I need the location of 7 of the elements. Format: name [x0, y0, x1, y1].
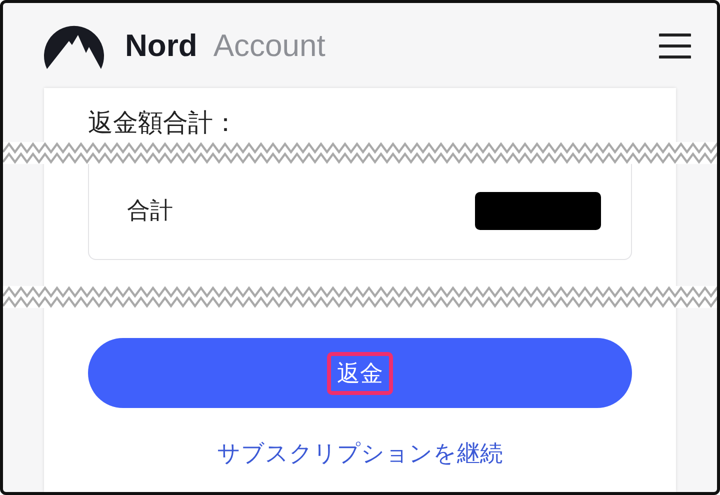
section-heading: 返金額合計：	[88, 107, 239, 139]
product-name: Account	[213, 28, 326, 64]
refund-button[interactable]: 返金	[88, 338, 632, 408]
total-label: 合計	[127, 197, 173, 226]
continue-subscription-link[interactable]: サブスクリプションを継続	[88, 438, 632, 469]
brand-name: Nord	[125, 28, 198, 64]
menu-icon[interactable]	[659, 32, 691, 58]
